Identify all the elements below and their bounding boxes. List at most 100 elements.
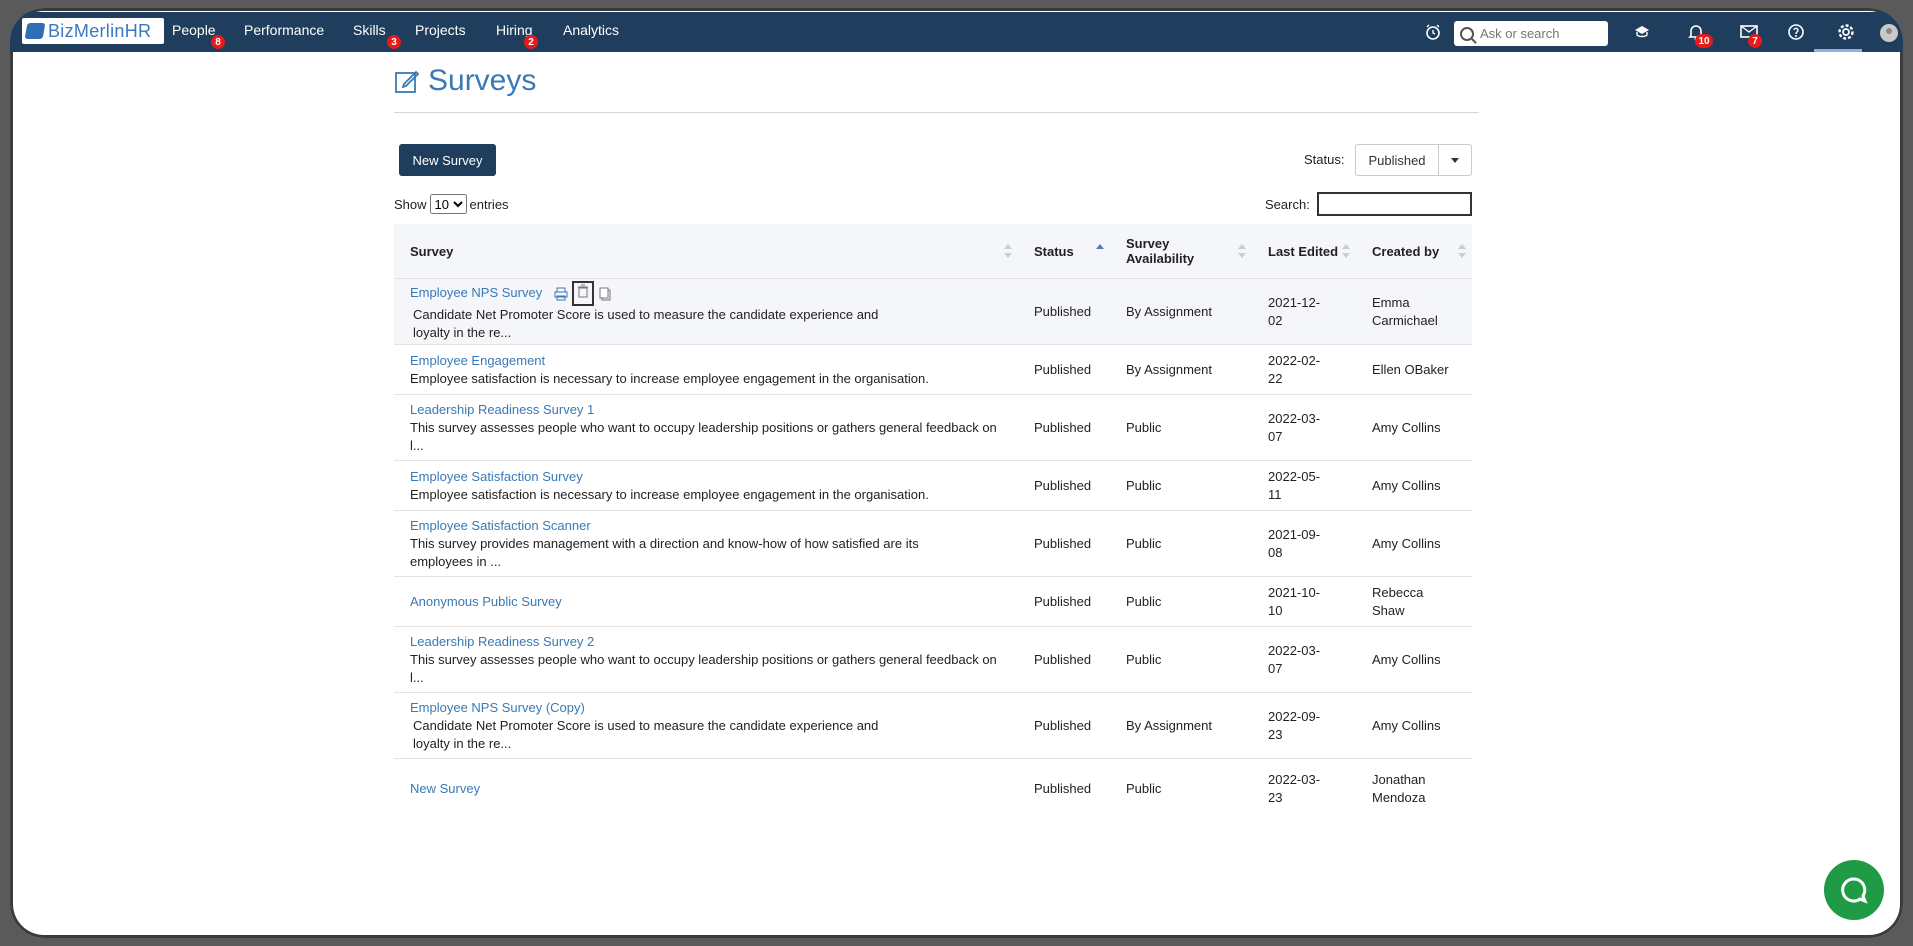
status-filter-button[interactable]: Published	[1355, 144, 1439, 176]
survey-description: This survey provides management with a d…	[410, 535, 919, 569]
logo-text: BizMerlinHR	[48, 20, 152, 41]
last-edited-cell: 2021-10-10	[1268, 584, 1321, 618]
active-settings-indicator	[1814, 49, 1862, 52]
nav-item-performance[interactable]: Performance	[244, 22, 324, 38]
survey-title-link[interactable]: Employee Satisfaction Scanner	[410, 518, 591, 533]
last-edited-cell: 2022-02-22	[1268, 352, 1321, 386]
table-row[interactable]: Employee NPS Survey (Copy) Candidate Net …	[394, 692, 1472, 759]
status-cell: Published	[1018, 344, 1110, 395]
header-availability[interactable]: Survey Availability	[1110, 224, 1252, 279]
availability-cell: By Assignment	[1110, 692, 1252, 759]
survey-title-link[interactable]: Leadership Readiness Survey 2	[410, 634, 594, 649]
status-filter-dropdown[interactable]	[1439, 144, 1472, 176]
copy-icon[interactable]	[598, 287, 612, 301]
messages-badge: 7	[1748, 34, 1762, 48]
delete-button[interactable]	[571, 281, 594, 306]
survey-title-link[interactable]: Leadership Readiness Survey 1	[410, 402, 594, 417]
table-row[interactable]: Employee Satisfaction Survey Employee sat…	[394, 460, 1472, 511]
title-divider	[394, 112, 1479, 113]
created-by-cell: Jonathan Mendoza	[1372, 771, 1426, 805]
entries-label: entries	[469, 196, 509, 212]
survey-title-link[interactable]: Employee NPS Survey (Copy)	[410, 700, 585, 715]
notifications-badge: 10	[1695, 34, 1713, 48]
availability-cell: Public	[1110, 576, 1252, 627]
page-title: Surveys	[394, 64, 536, 98]
table-row[interactable]: New Survey Published Public 2022-03-23 J…	[394, 758, 1472, 819]
status-cell: Published	[1018, 626, 1110, 693]
last-edited-cell: 2022-09-23	[1268, 708, 1321, 742]
chat-widget-button[interactable]	[1824, 860, 1884, 920]
nav-item-skills[interactable]: Skills	[353, 22, 386, 38]
last-edited-cell: 2022-03-07	[1268, 410, 1321, 444]
survey-title-link[interactable]: New Survey	[410, 781, 480, 796]
last-edited-cell: 2022-05-11	[1268, 468, 1321, 502]
sort-asc-icon	[1096, 244, 1104, 258]
header-survey[interactable]: Survey	[394, 224, 1018, 279]
trash-icon	[577, 284, 588, 298]
survey-description: Employee satisfaction is necessary to in…	[410, 370, 929, 386]
sort-icon	[1238, 244, 1246, 258]
table-row[interactable]: Employee NPS Survey Candidate Net Promot…	[394, 278, 1472, 345]
global-search[interactable]	[1454, 21, 1608, 46]
nav-item-analytics[interactable]: Analytics	[563, 22, 619, 38]
header-created-by-label: Created by	[1372, 243, 1440, 259]
header-last-edited[interactable]: Last Edited	[1252, 224, 1356, 279]
table-search-input[interactable]	[1317, 192, 1472, 216]
header-status[interactable]: Status	[1018, 224, 1110, 279]
table-row[interactable]: Leadership Readiness Survey 2 This survey…	[394, 626, 1472, 693]
show-label: Show	[394, 196, 427, 212]
table-row[interactable]: Employee Engagement Employee satisfaction…	[394, 344, 1472, 395]
learning-icon[interactable]	[1632, 23, 1652, 43]
global-search-input[interactable]	[1478, 25, 1602, 42]
logo-icon	[24, 23, 46, 39]
user-avatar-icon[interactable]	[1879, 23, 1899, 43]
survey-title-link[interactable]: Employee Engagement	[410, 353, 545, 368]
status-filter-label: Status:	[1304, 152, 1345, 167]
top-navbar: BizMerlinHR People 8 Performance Skills …	[10, 12, 1903, 52]
status-cell: Published	[1018, 576, 1110, 627]
survey-title-link[interactable]: Employee NPS Survey	[410, 285, 542, 300]
settings-gear-icon[interactable]	[1836, 23, 1856, 43]
table-row[interactable]: Leadership Readiness Survey 1 This survey…	[394, 394, 1472, 461]
page-title-text: Surveys	[428, 64, 537, 97]
last-edited-cell: 2021-09-08	[1268, 526, 1321, 560]
survey-title-link[interactable]: Employee Satisfaction Survey	[410, 469, 583, 484]
sort-icon	[1342, 244, 1350, 258]
app-logo[interactable]: BizMerlinHR	[22, 18, 164, 44]
header-status-label: Status	[1034, 243, 1074, 259]
nav-item-people[interactable]: People	[172, 22, 216, 38]
table-row[interactable]: Anonymous Public Survey Published Public…	[394, 576, 1472, 627]
created-by-cell: Amy Collins	[1356, 692, 1472, 759]
availability-cell: Public	[1110, 626, 1252, 693]
created-by-cell: Amy Collins	[1356, 460, 1472, 511]
header-last-edited-label: Last Edited	[1268, 243, 1339, 259]
survey-title-link[interactable]: Anonymous Public Survey	[410, 594, 562, 609]
survey-description: This survey assesses people who want to …	[410, 419, 997, 453]
last-edited-cell: 2021-12-02	[1268, 294, 1321, 328]
availability-cell: Public	[1110, 758, 1252, 819]
table-search-label: Search:	[1265, 197, 1310, 212]
availability-cell: By Assignment	[1110, 344, 1252, 395]
print-icon[interactable]	[554, 287, 568, 301]
survey-description: Candidate Net Promoter Score is used to …	[413, 307, 879, 340]
created-by-cell: Amy Collins	[1356, 510, 1472, 577]
help-icon[interactable]	[1786, 23, 1806, 43]
availability-cell: Public	[1110, 460, 1252, 511]
hiring-badge: 2	[524, 35, 538, 49]
table-row[interactable]: Employee Satisfaction Scanner This survey…	[394, 510, 1472, 577]
availability-cell: Public	[1110, 394, 1252, 461]
nav-item-projects[interactable]: Projects	[415, 22, 466, 38]
alarm-clock-icon[interactable]	[1423, 23, 1443, 43]
created-by-cell: Amy Collins	[1356, 394, 1472, 461]
header-created-by[interactable]: Created by	[1356, 224, 1472, 279]
sort-icon	[1458, 244, 1466, 258]
status-cell: Published	[1018, 692, 1110, 759]
new-survey-button[interactable]: New Survey	[399, 144, 496, 176]
created-by-cell: Ellen OBaker	[1356, 344, 1472, 395]
header-survey-label: Survey	[410, 243, 454, 259]
entries-select[interactable]: 10	[429, 194, 467, 214]
search-icon	[1460, 26, 1474, 41]
status-cell: Published	[1018, 394, 1110, 461]
last-edited-cell: 2022-03-07	[1268, 642, 1321, 676]
status-cell: Published	[1018, 460, 1110, 511]
